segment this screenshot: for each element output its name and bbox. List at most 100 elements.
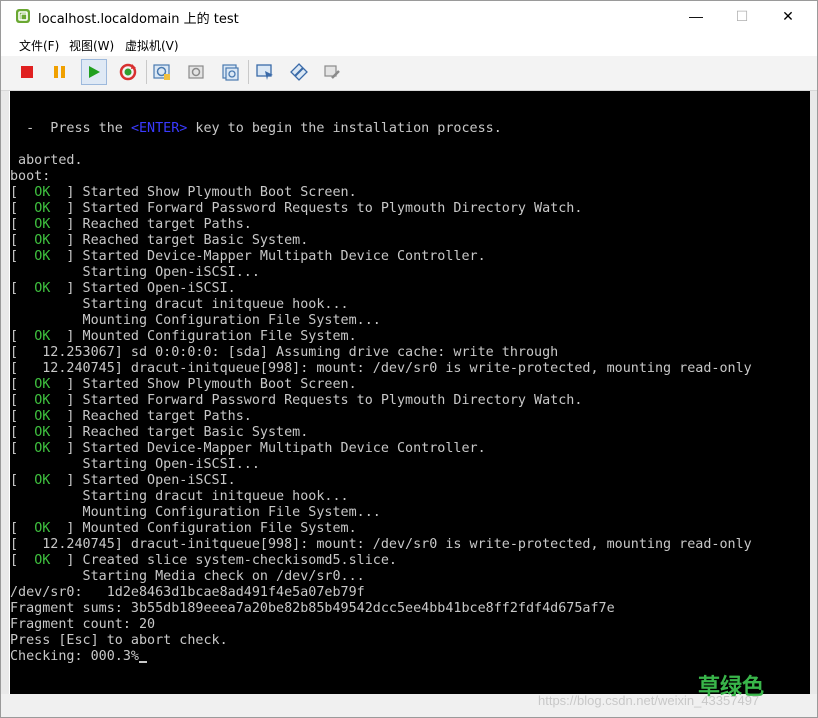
reset-button[interactable] <box>115 59 141 85</box>
ok-status: OK <box>34 233 51 248</box>
console-line: [ OK ] Mounted Configuration File System… <box>10 521 752 537</box>
ok-status: OK <box>34 201 51 216</box>
watermark-url: https://blog.csdn.net/weixin_43357497 <box>538 693 760 708</box>
devices-button[interactable] <box>252 59 278 85</box>
console-line: Starting Open-iSCSI... <box>10 457 752 473</box>
console-line: [ OK ] Reached target Basic System. <box>10 233 752 249</box>
menu-vm[interactable]: 虚拟机(V) <box>125 37 179 54</box>
console-text: ] Reached target Paths. <box>50 409 252 424</box>
console-text: - Press the <box>10 121 131 136</box>
vm-console-screen[interactable]: - Press the <ENTER> key to begin the ins… <box>10 91 810 694</box>
console-text: ] Started Forward Password Requests to P… <box>50 393 583 408</box>
text-cursor <box>139 661 147 663</box>
vm-console-window: localhost.localdomain 上的 test — ☐ ✕ 文件(F… <box>0 0 818 718</box>
console-line: Starting dracut initqueue hook... <box>10 297 752 313</box>
console-text: Mounting Configuration File System... <box>10 505 381 520</box>
console-line: [ OK ] Started Show Plymouth Boot Screen… <box>10 185 752 201</box>
tools-icon <box>324 65 340 79</box>
toolbar <box>1 56 817 91</box>
devices-icon <box>256 64 273 80</box>
manage-snapshots-button[interactable] <box>217 59 243 85</box>
console-text: Checking: 000.3% <box>10 649 139 664</box>
ok-status: OK <box>34 377 51 392</box>
ok-status: OK <box>34 425 51 440</box>
pause-icon <box>54 66 65 78</box>
menu-file[interactable]: 文件(F) <box>19 37 59 54</box>
take-snapshot-button[interactable] <box>149 59 175 85</box>
console-text: Starting dracut initqueue hook... <box>10 297 349 312</box>
console-text: ] Started Device-Mapper Multipath Device… <box>50 249 486 264</box>
window-title: localhost.localdomain 上的 test <box>38 12 239 27</box>
console-text: [ <box>10 441 35 456</box>
console-text: /dev/sr0: 1d2e8463d1bcae8ad491f4e5a07eb7… <box>10 585 365 600</box>
ok-status: OK <box>34 409 51 424</box>
console-text: ] Reached target Basic System. <box>50 233 309 248</box>
console-text: ] Started Forward Password Requests to P… <box>50 201 583 216</box>
console-line: [ OK ] Started Forward Password Requests… <box>10 201 752 217</box>
maximize-icon: ☐ <box>735 7 749 24</box>
minimize-button[interactable]: — <box>673 1 719 31</box>
close-button[interactable]: ✕ <box>765 1 811 31</box>
console-text: [ <box>10 393 35 408</box>
console-text: ] Started Open-iSCSI. <box>50 473 236 488</box>
stop-icon <box>21 66 33 78</box>
console-line: [ 12.240745] dracut-initqueue[998]: moun… <box>10 361 752 377</box>
console-text: ] Started Open-iSCSI. <box>50 281 236 296</box>
ok-status: OK <box>34 441 51 456</box>
tools-button[interactable] <box>319 59 345 85</box>
ok-status: OK <box>34 281 51 296</box>
right-border <box>809 90 817 717</box>
power-off-button[interactable] <box>14 59 40 85</box>
console-line: - Press the <ENTER> key to begin the ins… <box>10 121 752 137</box>
left-border <box>1 56 9 717</box>
console-text: [ <box>10 329 35 344</box>
revert-snapshot-icon <box>188 65 204 79</box>
power-on-button[interactable] <box>81 59 107 85</box>
snapshot-icon <box>153 64 170 80</box>
console-line: [ 12.240745] dracut-initqueue[998]: moun… <box>10 537 752 553</box>
settings-button[interactable] <box>286 59 312 85</box>
console-line: [ OK ] Reached target Paths. <box>10 409 752 425</box>
console-text: ] Started Device-Mapper Multipath Device… <box>50 441 486 456</box>
console-text: Starting Media check on /dev/sr0... <box>10 569 365 584</box>
revert-snapshot-button[interactable] <box>183 59 209 85</box>
ok-status: OK <box>34 185 51 200</box>
console-text: Fragment count: 20 <box>10 617 156 632</box>
console-text: [ <box>10 217 35 232</box>
console-text: ] Mounted Configuration File System. <box>50 521 357 536</box>
console-line: Press [Esc] to abort check. <box>10 633 752 649</box>
console-text: boot: <box>10 169 51 184</box>
menu-bar: 文件(F) 视图(W) 虚拟机(V) <box>1 34 817 56</box>
console-text: ] Mounted Configuration File System. <box>50 329 357 344</box>
reset-icon <box>119 63 137 81</box>
ok-status: OK <box>34 553 51 568</box>
console-line: [ 12.253067] sd 0:0:0:0: [sda] Assuming … <box>10 345 752 361</box>
ok-status: OK <box>34 249 51 264</box>
console-text: [ <box>10 553 35 568</box>
maximize-button[interactable]: ☐ <box>719 1 765 31</box>
console-line: [ OK ] Started Show Plymouth Boot Screen… <box>10 377 752 393</box>
console-text: [ <box>10 409 35 424</box>
suspend-button[interactable] <box>47 59 73 85</box>
ok-status: OK <box>34 329 51 344</box>
console-text: Mounting Configuration File System... <box>10 313 381 328</box>
console-text: key to begin the installation process. <box>187 121 502 136</box>
console-text: [ <box>10 233 35 248</box>
console-line: aborted. <box>10 153 752 169</box>
console-text: Starting dracut initqueue hook... <box>10 489 349 504</box>
ok-status: OK <box>34 393 51 408</box>
console-text: [ <box>10 473 35 488</box>
console-line: Fragment count: 20 <box>10 617 752 633</box>
console-line: boot: <box>10 169 752 185</box>
ok-status: OK <box>34 473 51 488</box>
settings-icon <box>290 63 308 81</box>
menu-view[interactable]: 视图(W) <box>69 37 114 54</box>
console-line: Starting Media check on /dev/sr0... <box>10 569 752 585</box>
console-text: ] Started Show Plymouth Boot Screen. <box>50 377 357 392</box>
console-line: [ OK ] Started Forward Password Requests… <box>10 393 752 409</box>
console-line: [ OK ] Started Open-iSCSI. <box>10 281 752 297</box>
title-bar[interactable]: localhost.localdomain 上的 test — ☐ ✕ <box>1 1 817 33</box>
console-line: [ OK ] Reached target Paths. <box>10 217 752 233</box>
minimize-icon: — <box>689 8 703 24</box>
